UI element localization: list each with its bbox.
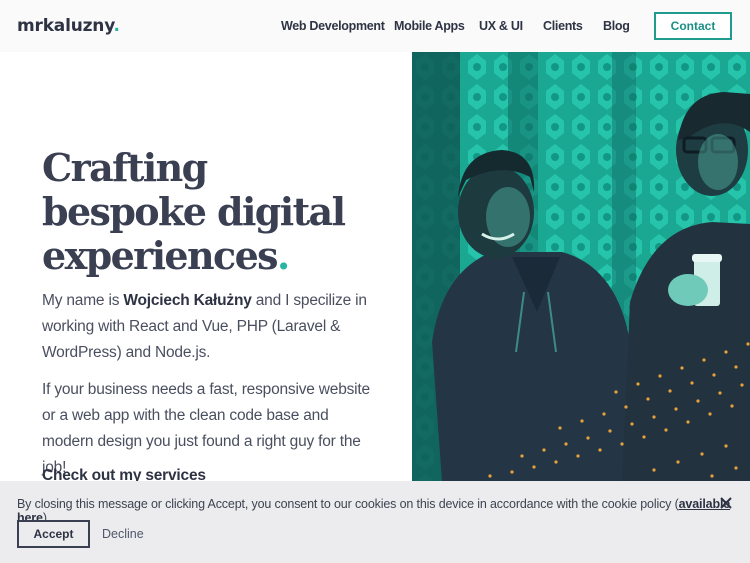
site-header: mrkaluzny. Web Development Mobile Apps U… bbox=[0, 0, 750, 52]
intro-name: Wojciech Kałużny bbox=[123, 292, 252, 309]
logo-dot: . bbox=[113, 16, 120, 36]
intro-paragraph: My name is Wojciech Kałużny and I specil… bbox=[42, 288, 372, 366]
contact-button[interactable]: Contact bbox=[654, 12, 732, 40]
intro-prefix: My name is bbox=[42, 292, 124, 309]
nav-ux-ui[interactable]: UX & UI bbox=[479, 19, 523, 33]
hero-title-line-2: bespoke digital bbox=[42, 189, 346, 234]
pitch-paragraph: If your business needs a fast, responsiv… bbox=[42, 381, 370, 476]
hero-title-line-1: Crafting bbox=[42, 145, 208, 190]
cookie-message: By closing this message or clicking Acce… bbox=[17, 497, 750, 525]
nav-web-development[interactable]: Web Development bbox=[281, 19, 385, 33]
close-icon bbox=[720, 497, 732, 509]
accept-button[interactable]: Accept bbox=[17, 520, 90, 548]
hero-title: Crafting bespoke digital experiences. bbox=[42, 146, 402, 278]
cookie-text-before: By closing this message or clicking Acce… bbox=[17, 497, 679, 511]
logo-text: mrkaluzny bbox=[17, 16, 114, 36]
decline-button[interactable]: Decline bbox=[102, 527, 144, 541]
close-banner-button[interactable] bbox=[716, 493, 736, 513]
nav-blog[interactable]: Blog bbox=[603, 19, 630, 33]
hero-photo-illustration bbox=[412, 52, 750, 482]
hero-title-dot: . bbox=[276, 233, 290, 278]
nav-clients[interactable]: Clients bbox=[543, 19, 583, 33]
hero-title-line-3: experiences bbox=[42, 233, 279, 278]
cookie-banner: By closing this message or clicking Acce… bbox=[0, 481, 750, 563]
logo[interactable]: mrkaluzny. bbox=[17, 16, 120, 36]
hero-photo bbox=[412, 52, 750, 482]
nav-mobile-apps[interactable]: Mobile Apps bbox=[394, 19, 465, 33]
